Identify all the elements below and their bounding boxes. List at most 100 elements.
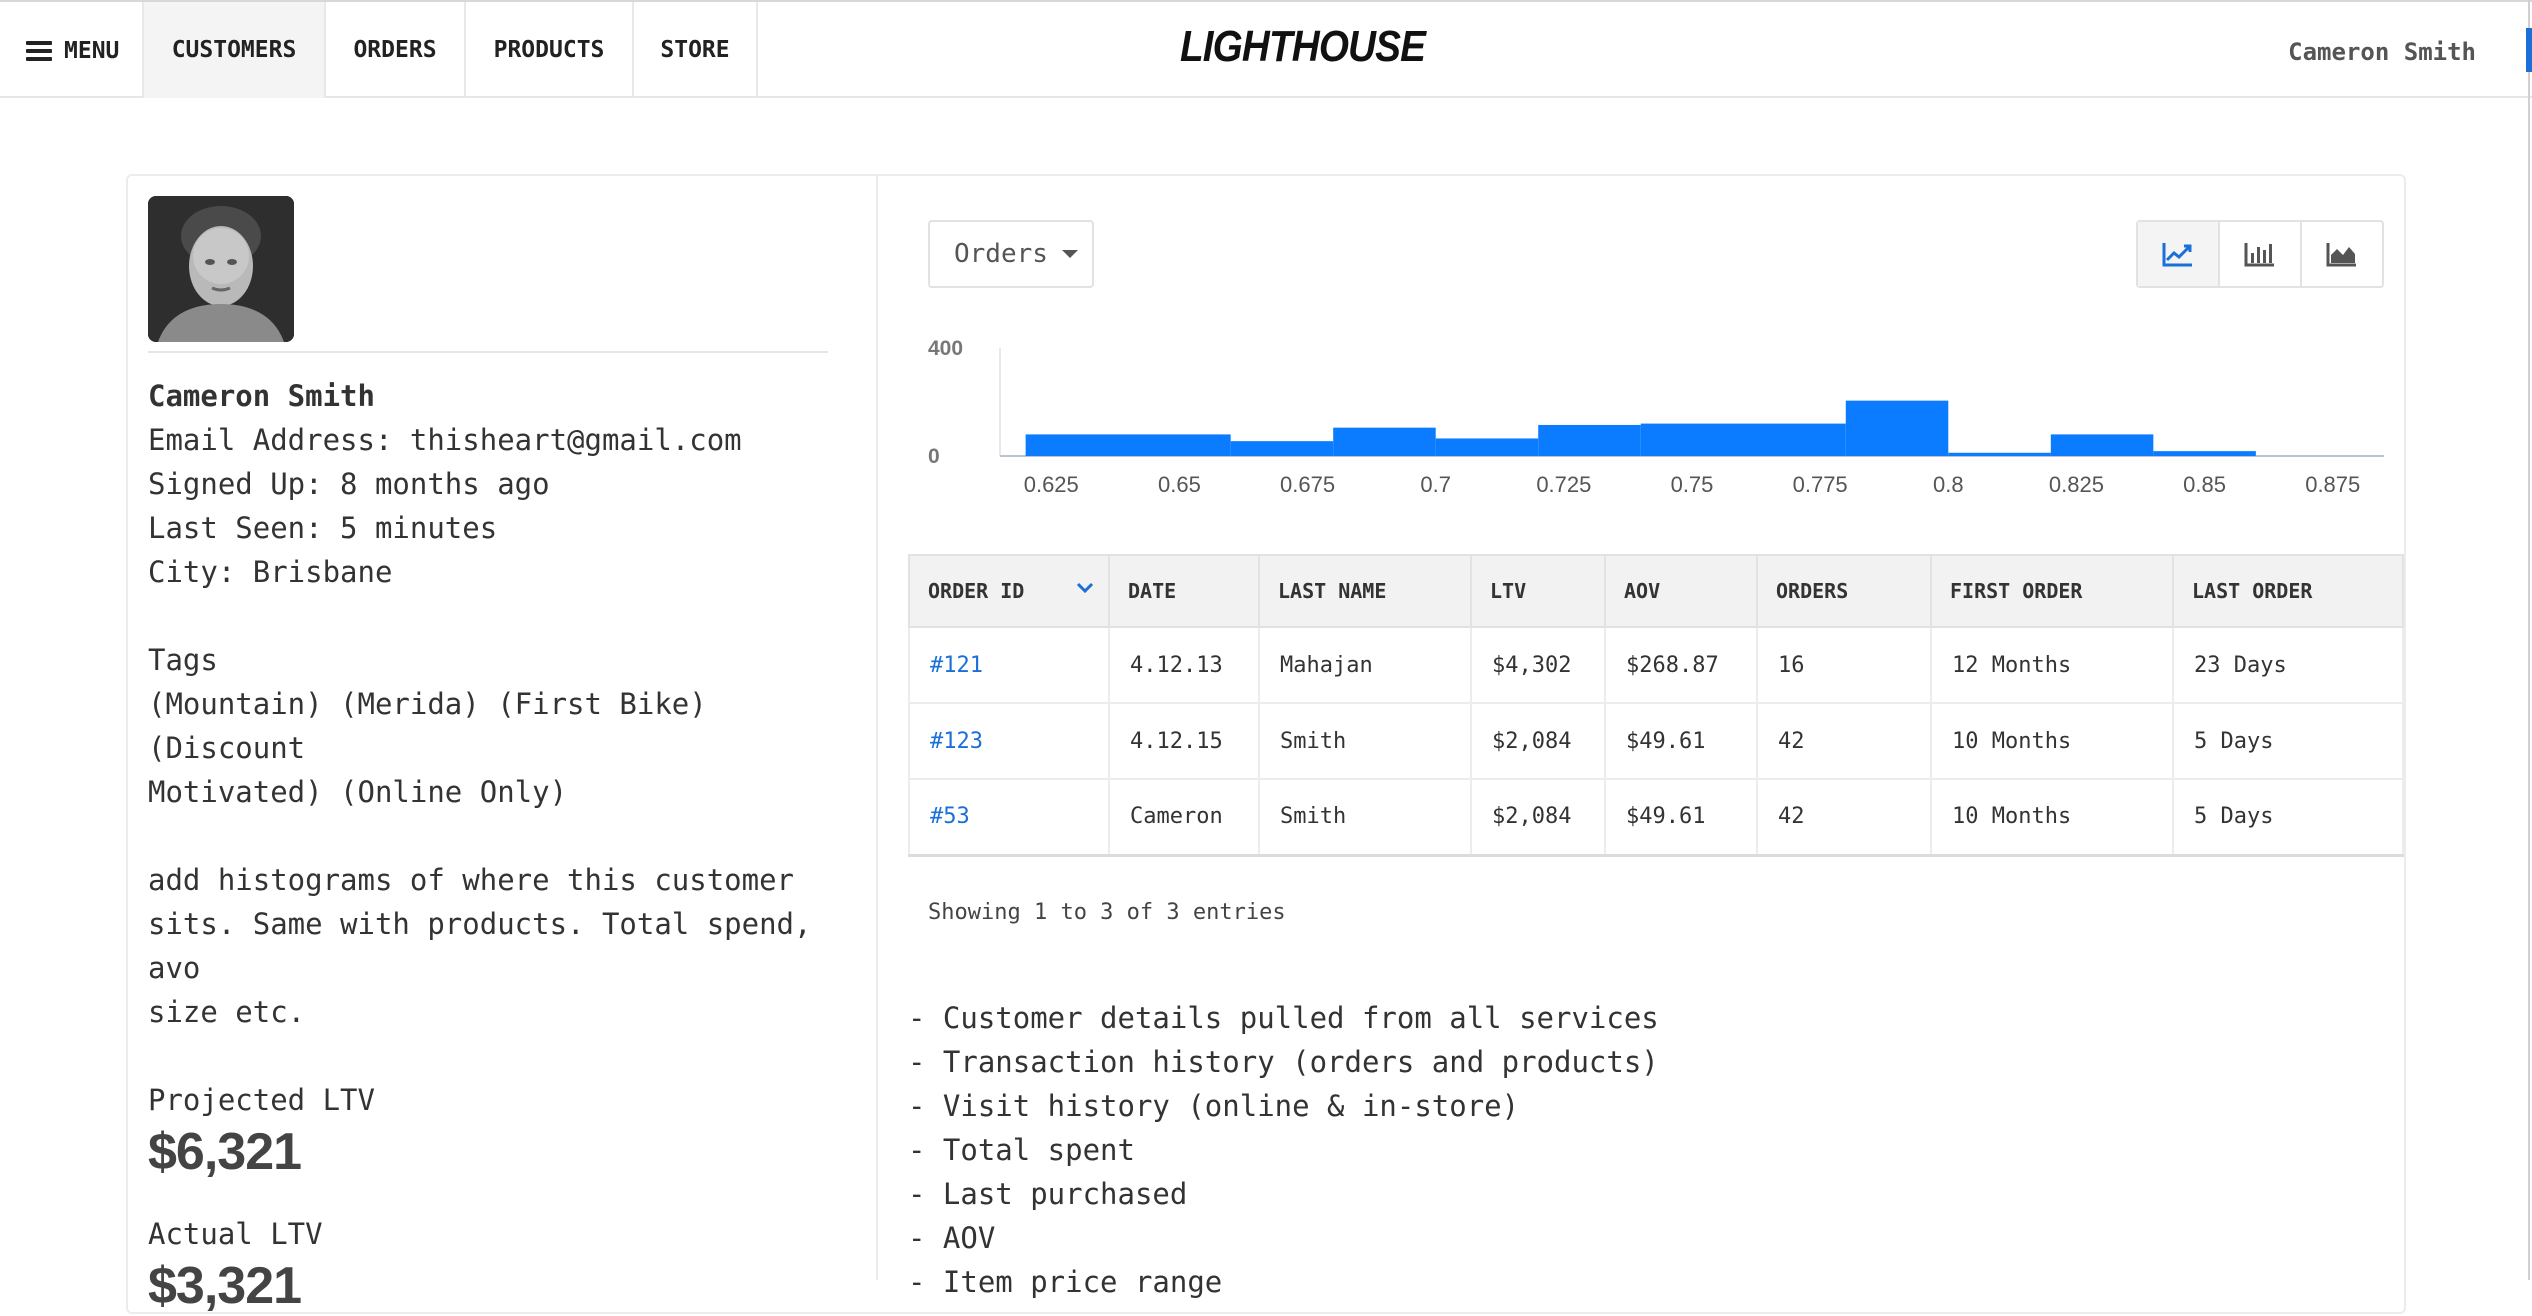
x-tick-label: 0.775: [1793, 472, 1848, 497]
list-item: - Total spent: [908, 1133, 1135, 1167]
list-item: - Item price range: [908, 1265, 1223, 1299]
chart-view-toggle: [2136, 220, 2384, 288]
window-edge: [2528, 0, 2530, 1280]
last-name-cell: Smith: [1258, 778, 1472, 857]
menu-button[interactable]: MENU: [26, 32, 119, 70]
list-item: - Last purchased: [908, 1177, 1188, 1211]
customer-last-seen: Last Seen: 5 minutes: [148, 511, 498, 545]
order-id-cell: #123: [908, 702, 1110, 780]
order-link[interactable]: #53: [930, 804, 970, 829]
histogram-bar: [1538, 424, 1641, 456]
tags-line-1: (Mountain) (Merida) (First Bike) (Discou…: [148, 687, 707, 765]
x-tick-label: 0.8: [1933, 472, 1964, 497]
tab-products[interactable]: PRODUCTS: [464, 2, 632, 98]
table-entries-info: Showing 1 to 3 of 3 entries: [928, 900, 1286, 925]
top-navigation-bar: MENU CUSTOMERS ORDERS PRODUCTS STORE LIG…: [0, 0, 2532, 98]
x-tick-label: 0.85: [2183, 472, 2226, 497]
last-order-cell: 5 Days: [2172, 702, 2404, 780]
list-item: - Customer details pulled from all servi…: [908, 1001, 1659, 1035]
x-tick-label: 0.625: [1024, 472, 1079, 497]
y-tick-label: 400: [928, 337, 963, 360]
x-tick-label: 0.675: [1280, 472, 1335, 497]
last-order-cell: 5 Days: [2172, 778, 2404, 857]
histogram-bar: [1025, 434, 1231, 456]
order-id-cell: #121: [908, 626, 1110, 704]
tags-heading: Tags: [148, 643, 218, 677]
metric-dropdown[interactable]: Orders: [928, 220, 1094, 288]
date-cell: Cameron: [1108, 778, 1260, 857]
avatar: [148, 196, 294, 342]
feature-notes-list: - Customer details pulled from all servi…: [908, 996, 1659, 1304]
x-tick-label: 0.725: [1536, 472, 1591, 497]
note-line-1: add histograms of where this customer: [148, 863, 795, 897]
x-tick-label: 0.825: [2049, 472, 2104, 497]
profile-divider: [148, 351, 828, 353]
customer-city: City: Brisbane: [148, 555, 393, 589]
date-cell: 4.12.13: [1108, 626, 1260, 704]
last-order-cell: 23 Days: [2172, 626, 2404, 704]
user-menu[interactable]: Cameron Smith: [2288, 38, 2476, 66]
column-header-orders[interactable]: ORDERS: [1756, 554, 1932, 628]
customer-signed-up: Signed Up: 8 months ago: [148, 467, 550, 501]
orders-cell: 16: [1756, 626, 1932, 704]
order-link[interactable]: #121: [930, 653, 983, 678]
column-header-ltv[interactable]: LTV: [1470, 554, 1606, 628]
actual-ltv-value: $3,321: [148, 1257, 302, 1315]
customer-email: Email Address: thisheart@gmail.com: [148, 423, 742, 457]
histogram-bar: [1640, 423, 1846, 456]
window-edge-accent: [2526, 28, 2532, 72]
aov-cell: $268.87: [1604, 626, 1758, 704]
column-header-date[interactable]: DATE: [1108, 554, 1260, 628]
tags-line-2: Motivated) (Online Only): [148, 775, 568, 809]
histogram-bar: [1845, 400, 1949, 456]
hamburger-icon: [26, 41, 52, 61]
bar-chart-button[interactable]: [2218, 222, 2300, 286]
x-tick-label: 0.75: [1671, 472, 1714, 497]
list-item: - AOV: [908, 1221, 996, 1255]
aov-cell: $49.61: [1604, 702, 1758, 780]
x-tick-label: 0.65: [1158, 472, 1201, 497]
histogram-bar: [1948, 452, 2051, 456]
column-header-first-order[interactable]: FIRST ORDER: [1930, 554, 2174, 628]
column-header-label: ORDER ID: [928, 579, 1025, 603]
column-header-last-order[interactable]: LAST ORDER: [2172, 554, 2404, 628]
column-header-order-id[interactable]: ORDER ID: [908, 554, 1110, 628]
date-cell: 4.12.15: [1108, 702, 1260, 780]
nav-divider: [756, 2, 758, 98]
orders-histogram: 0.625 0.65 0.675 0.7 0.725 0.75 0.775 0.8 0.825 0…: [928, 337, 2384, 497]
histogram-bar: [1230, 441, 1334, 456]
lighthouse-logo[interactable]: LIGHTHOUSE: [1180, 22, 1426, 72]
orders-table: ORDER ID DATE LAST NAME LTV AOV ORDERS F…: [908, 554, 2404, 857]
last-name-cell: Smith: [1258, 702, 1472, 780]
table-header-row: ORDER ID DATE LAST NAME LTV AOV ORDERS F…: [908, 554, 2404, 628]
avatar-portrait-icon: [148, 196, 294, 342]
last-name-cell: Mahajan: [1258, 626, 1472, 704]
histogram-bar: [1333, 427, 1436, 456]
x-tick-label: 0.7: [1420, 472, 1451, 497]
column-header-last-name[interactable]: LAST NAME: [1258, 554, 1472, 628]
table-row: #123 4.12.15 Smith $2,084 $49.61 42 10 M…: [908, 702, 2404, 780]
chevron-down-icon[interactable]: [1076, 582, 1094, 594]
bar-chart-icon: [2244, 243, 2274, 267]
column-header-aov[interactable]: AOV: [1604, 554, 1758, 628]
line-chart-button[interactable]: [2138, 222, 2218, 286]
column-divider: [876, 174, 878, 1280]
ltv-cell: $4,302: [1470, 626, 1606, 704]
area-chart-button[interactable]: [2300, 222, 2382, 286]
customer-name: Cameron Smith: [148, 379, 375, 413]
orders-cell: 42: [1756, 702, 1932, 780]
histogram-bar: [2153, 451, 2256, 456]
menu-label: MENU: [64, 38, 120, 64]
tab-customers[interactable]: CUSTOMERS: [142, 2, 324, 98]
tab-orders[interactable]: ORDERS: [324, 2, 464, 98]
area-chart-icon: [2326, 243, 2356, 267]
orders-cell: 42: [1756, 778, 1932, 857]
tab-store[interactable]: STORE: [632, 2, 756, 98]
note-line-3: size etc.: [148, 995, 306, 1029]
order-id-cell: #53: [908, 778, 1110, 857]
list-item: - Visit history (online & in-store): [908, 1089, 1520, 1123]
metric-dropdown-value: Orders: [954, 239, 1048, 269]
x-tick-label: 0.875: [2305, 472, 2360, 497]
y-tick-label: 0: [928, 445, 940, 468]
order-link[interactable]: #123: [930, 729, 983, 754]
